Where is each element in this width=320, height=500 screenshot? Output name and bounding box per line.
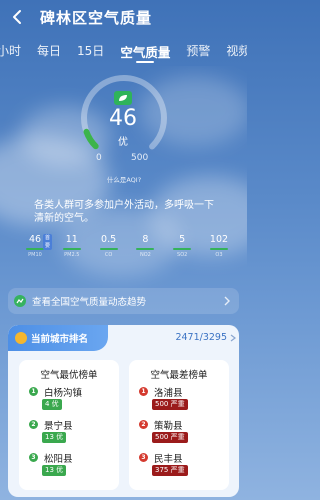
back-arrow-icon[interactable] — [10, 9, 26, 25]
pollutant-level-bar — [99, 248, 118, 250]
ranking-header[interactable]: 当前城市排名 2471/3295 — [8, 325, 239, 351]
city-ranking-card: 当前城市排名 2471/3295 空气最优榜单 1 白杨沟镇 4 优 2 景宁县… — [8, 325, 239, 497]
city-name: 洛浦县 — [154, 388, 183, 399]
city-name: 景宁县 — [44, 421, 73, 432]
pollutant-so2[interactable]: 5 SO2 — [169, 234, 195, 274]
pollutant-no2[interactable]: 8 NO2 — [132, 234, 158, 274]
pollutant-name: NO2 — [139, 252, 151, 258]
pollutant-row: 46 PM10 首要 11 PM2.5 0.5 CO 8 NO2 5 SO2 1… — [22, 234, 232, 274]
worst-air-list[interactable]: 空气最差榜单 1 洛浦县 500 严重 2 策勒县 500 严重 3 民丰县 3… — [129, 360, 229, 490]
top-bar: 碑林区空气质量 — [0, 0, 247, 34]
pollutant-name: PM10 — [28, 252, 42, 258]
list-item[interactable]: 1 洛浦县 500 严重 — [139, 384, 229, 414]
aqi-badge: 500 严重 — [152, 399, 188, 410]
tab-video[interactable]: 视频 — [226, 42, 247, 59]
aqi-badge: 13 优 — [42, 432, 67, 443]
list-item[interactable]: 2 策勒县 500 严重 — [139, 417, 229, 447]
pollutant-level-bar — [26, 248, 44, 250]
list-item[interactable]: 2 景宁县 13 优 — [29, 417, 119, 447]
pollutant-pm10[interactable]: 46 PM10 首要 — [22, 234, 53, 274]
aqi-badge: 4 优 — [42, 399, 62, 410]
ranking-count: 2471/3295 — [175, 332, 227, 343]
pollutant-level-bar — [136, 248, 155, 250]
trend-label: 查看全国空气质量动态趋势 — [32, 297, 147, 308]
best-list-title: 空气最优榜单 — [40, 370, 98, 381]
pollutant-value: 11 — [65, 234, 78, 245]
city-name: 白杨沟镇 — [44, 388, 83, 399]
pollutant-level-bar — [173, 248, 192, 250]
city-name: 策勒县 — [154, 421, 183, 432]
trend-chart-icon — [14, 295, 26, 307]
tab-daily[interactable]: 每日 — [37, 42, 61, 59]
aqi-badge: 500 严重 — [152, 432, 188, 443]
worst-list-title: 空气最差榜单 — [150, 370, 208, 381]
pollutant-name: SO2 — [177, 252, 188, 258]
city-name: 松阳县 — [44, 454, 73, 465]
pollutant-value: 0.5 — [101, 234, 117, 245]
pollutant-co[interactable]: 0.5 CO — [96, 234, 122, 274]
tab-warning[interactable]: 预警 — [186, 42, 210, 59]
chevron-right-icon — [224, 296, 230, 306]
page-title: 碑林区空气质量 — [40, 8, 153, 27]
list-item[interactable]: 3 松阳县 13 优 — [29, 450, 119, 480]
chevron-right-icon — [230, 334, 236, 342]
aqi-value: 46 — [109, 106, 137, 131]
national-trend-link[interactable]: 查看全国空气质量动态趋势 — [8, 288, 239, 314]
rank-number: 1 — [29, 387, 38, 396]
pollutant-value: 5 — [179, 234, 186, 245]
tab-air-quality[interactable]: 空气质量 — [120, 42, 170, 63]
aqi-badge: 13 优 — [42, 465, 67, 476]
pollutant-value: 102 — [209, 234, 229, 245]
ranking-header-tab: 当前城市排名 — [8, 325, 108, 351]
rank-number: 3 — [29, 453, 38, 462]
health-advice: 各类人群可多参加户外活动，多呼吸一下清新的空气。 — [34, 200, 214, 224]
aqi-badge: 375 严重 — [152, 465, 188, 476]
ranking-title: 当前城市排名 — [31, 334, 89, 345]
pollutant-o3[interactable]: 102 O3 — [206, 234, 232, 274]
rank-number: 3 — [139, 453, 148, 462]
tab-bar: 小时 每日 15日 空气质量 预警 视频 紫外 — [0, 42, 247, 66]
leaf-icon — [114, 91, 132, 105]
rank-number: 2 — [139, 420, 148, 429]
gauge-max-label: 500 — [131, 153, 149, 163]
pollutant-value: 8 — [142, 234, 149, 245]
pollutant-level-bar — [62, 248, 81, 250]
ranking-medal-icon — [15, 332, 27, 344]
primary-pollutant-badge: 首要 — [43, 234, 53, 250]
pollutant-name: PM2.5 — [64, 252, 80, 258]
aqi-level: 优 — [118, 137, 128, 148]
tab-15day[interactable]: 15日 — [77, 42, 104, 59]
best-air-list[interactable]: 空气最优榜单 1 白杨沟镇 4 优 2 景宁县 13 优 3 松阳县 13 优 — [19, 360, 119, 490]
list-item[interactable]: 3 民丰县 375 严重 — [139, 450, 229, 480]
gauge-min-label: 0 — [96, 153, 102, 163]
tab-hourly[interactable]: 小时 — [0, 42, 21, 59]
what-is-aqi-link[interactable]: 什么是AQI? — [88, 174, 160, 184]
pollutant-pm25[interactable]: 11 PM2.5 — [59, 234, 85, 274]
rank-number: 2 — [29, 420, 38, 429]
list-item[interactable]: 1 白杨沟镇 4 优 — [29, 384, 119, 414]
city-name: 民丰县 — [154, 454, 183, 465]
rank-number: 1 — [139, 387, 148, 396]
pollutant-name: O3 — [215, 252, 223, 258]
pollutant-name: CO — [104, 252, 113, 258]
pollutant-level-bar — [209, 248, 228, 250]
